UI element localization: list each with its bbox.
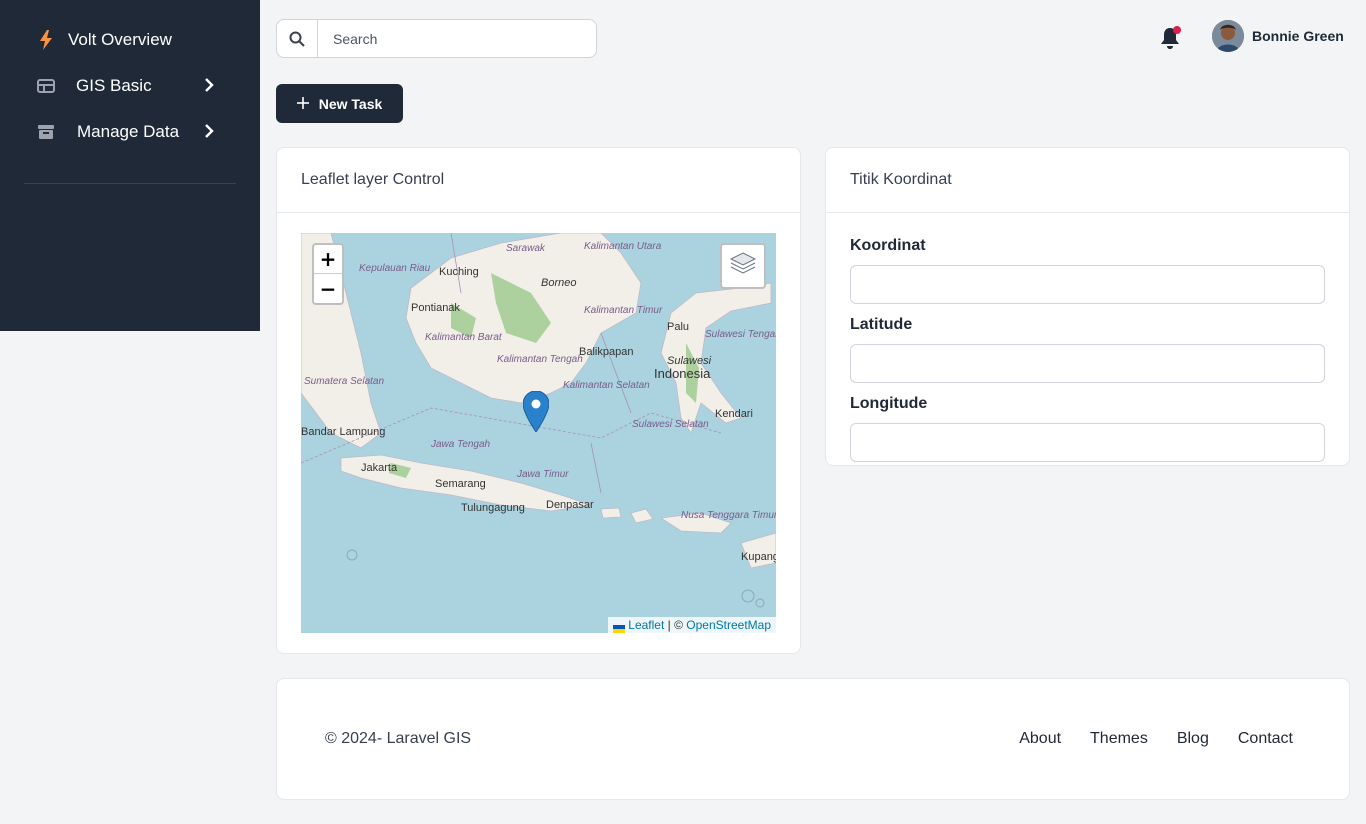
map-label-sulawesi-selatan: Sulawesi Selatan <box>632 419 709 430</box>
map-label-kuching: Kuching <box>439 266 479 278</box>
map-label-borneo: Borneo <box>541 277 577 289</box>
map-label-sumatera-selatan: Sumatera Selatan <box>304 376 385 387</box>
notification-button[interactable] <box>1159 26 1183 52</box>
map-label-kendari: Kendari <box>715 408 753 420</box>
table-icon <box>36 76 56 96</box>
sidebar-divider <box>24 183 236 184</box>
sidebar-item-manage-data[interactable]: Manage Data <box>36 122 214 142</box>
map-card: Leaflet layer Control Sarawak Kalimantan… <box>276 147 801 654</box>
sidebar-brand-label: Volt Overview <box>68 30 172 49</box>
map-label-balikpapan: Balikpapan <box>579 346 634 358</box>
sidebar-item-gis-basic[interactable]: GIS Basic <box>36 76 214 96</box>
sidebar: Volt Overview GIS Basic Manage Data <box>0 0 260 331</box>
new-task-label: New Task <box>318 95 383 112</box>
plus-icon <box>296 96 309 112</box>
latitude-field[interactable] <box>850 344 1325 383</box>
map-label-kalimantan-timur: Kalimantan Timur <box>584 305 663 316</box>
map-label-kalimantan-selatan: Kalimantan Selatan <box>563 380 650 391</box>
koordinat-label: Koordinat <box>850 237 926 254</box>
user-name: Bonnie Green <box>1252 28 1344 44</box>
longitude-label: Longitude <box>850 395 928 412</box>
sidebar-item-label: GIS Basic <box>76 76 152 95</box>
leaflet-link[interactable]: Leaflet <box>628 618 664 632</box>
footer-link-blog[interactable]: Blog <box>1177 730 1209 748</box>
map-label-kalimantan-tengah: Kalimantan Tengah <box>497 354 583 365</box>
zoom-control: + − <box>312 243 344 305</box>
map-card-title: Leaflet layer Control <box>277 148 800 213</box>
coordinate-form: Koordinat Latitude Longitude <box>826 213 1349 474</box>
coordinate-card: Titik Koordinat Koordinat Latitude Longi… <box>825 147 1350 466</box>
coordinate-card-title: Titik Koordinat <box>826 148 1349 213</box>
layers-icon <box>729 251 757 282</box>
footer-link-contact[interactable]: Contact <box>1238 730 1293 748</box>
map-label-kupang: Kupang <box>741 551 776 563</box>
map-label-nusa-tenggara-timur: Nusa Tenggara Timur <box>681 510 776 521</box>
footer-nav: About Themes Blog Contact <box>1019 730 1293 748</box>
map-marker-icon[interactable] <box>522 390 550 437</box>
map-attribution: Leaflet | © OpenStreetMap <box>607 617 776 633</box>
map-label-semarang: Semarang <box>435 478 486 490</box>
search-bar <box>276 19 597 58</box>
footer: © 2024- Laravel GIS About Themes Blog Co… <box>276 678 1350 800</box>
user-menu[interactable]: Bonnie Green <box>1212 20 1344 52</box>
search-input[interactable] <box>318 20 596 57</box>
map-label-palu: Palu <box>667 321 690 333</box>
chevron-right-icon <box>204 77 214 97</box>
map-label-sarawak: Sarawak <box>506 243 545 254</box>
copyright-text: © 2024- Laravel GIS <box>325 730 472 747</box>
leaflet-map[interactable]: Sarawak Kalimantan Utara Kuching Borneo … <box>301 233 776 633</box>
map-label-bandar-lampung: Bandar Lampung <box>301 426 386 438</box>
zoom-out-button[interactable]: − <box>314 274 342 303</box>
ukraine-flag-icon <box>612 622 625 633</box>
map-label-jawa-tengah: Jawa Tengah <box>431 439 491 450</box>
footer-link-about[interactable]: About <box>1019 730 1061 748</box>
sidebar-brand[interactable]: Volt Overview <box>36 30 172 50</box>
archive-icon <box>36 122 56 142</box>
footer-link-themes[interactable]: Themes <box>1090 730 1148 748</box>
chevron-right-icon <box>204 123 214 143</box>
map-label-sulawesi-tengah: Sulawesi Tengah <box>705 329 776 340</box>
map-label-kalimantan-utara: Kalimantan Utara <box>584 241 662 252</box>
map-label-kalimantan-barat: Kalimantan Barat <box>425 332 502 343</box>
search-icon[interactable] <box>277 20 318 57</box>
avatar <box>1212 20 1244 52</box>
layers-control-button[interactable] <box>720 243 766 289</box>
zoom-in-button[interactable]: + <box>314 245 342 274</box>
map-label-kepulauan-riau: Kepulauan Riau <box>359 263 431 274</box>
map-label-jawa-timur: Jawa Timur <box>517 469 569 480</box>
lightning-icon <box>36 30 56 50</box>
map-label-denpasar: Denpasar <box>546 499 594 511</box>
latitude-label: Latitude <box>850 316 913 333</box>
map-label-indonesia: Indonesia <box>654 366 711 381</box>
openstreetmap-link[interactable]: OpenStreetMap <box>686 618 771 632</box>
map-label-jakarta: Jakarta <box>361 462 398 474</box>
bell-icon <box>1159 28 1181 54</box>
new-task-button[interactable]: New Task <box>276 84 403 123</box>
longitude-field[interactable] <box>850 423 1325 462</box>
attribution-separator: | © <box>664 618 687 632</box>
sidebar-item-label: Manage Data <box>77 122 180 141</box>
map-label-tulungagung: Tulungagung <box>461 502 525 514</box>
map-label-pontianak: Pontianak <box>411 302 460 314</box>
notification-dot <box>1173 26 1181 34</box>
koordinat-field[interactable] <box>850 265 1325 304</box>
